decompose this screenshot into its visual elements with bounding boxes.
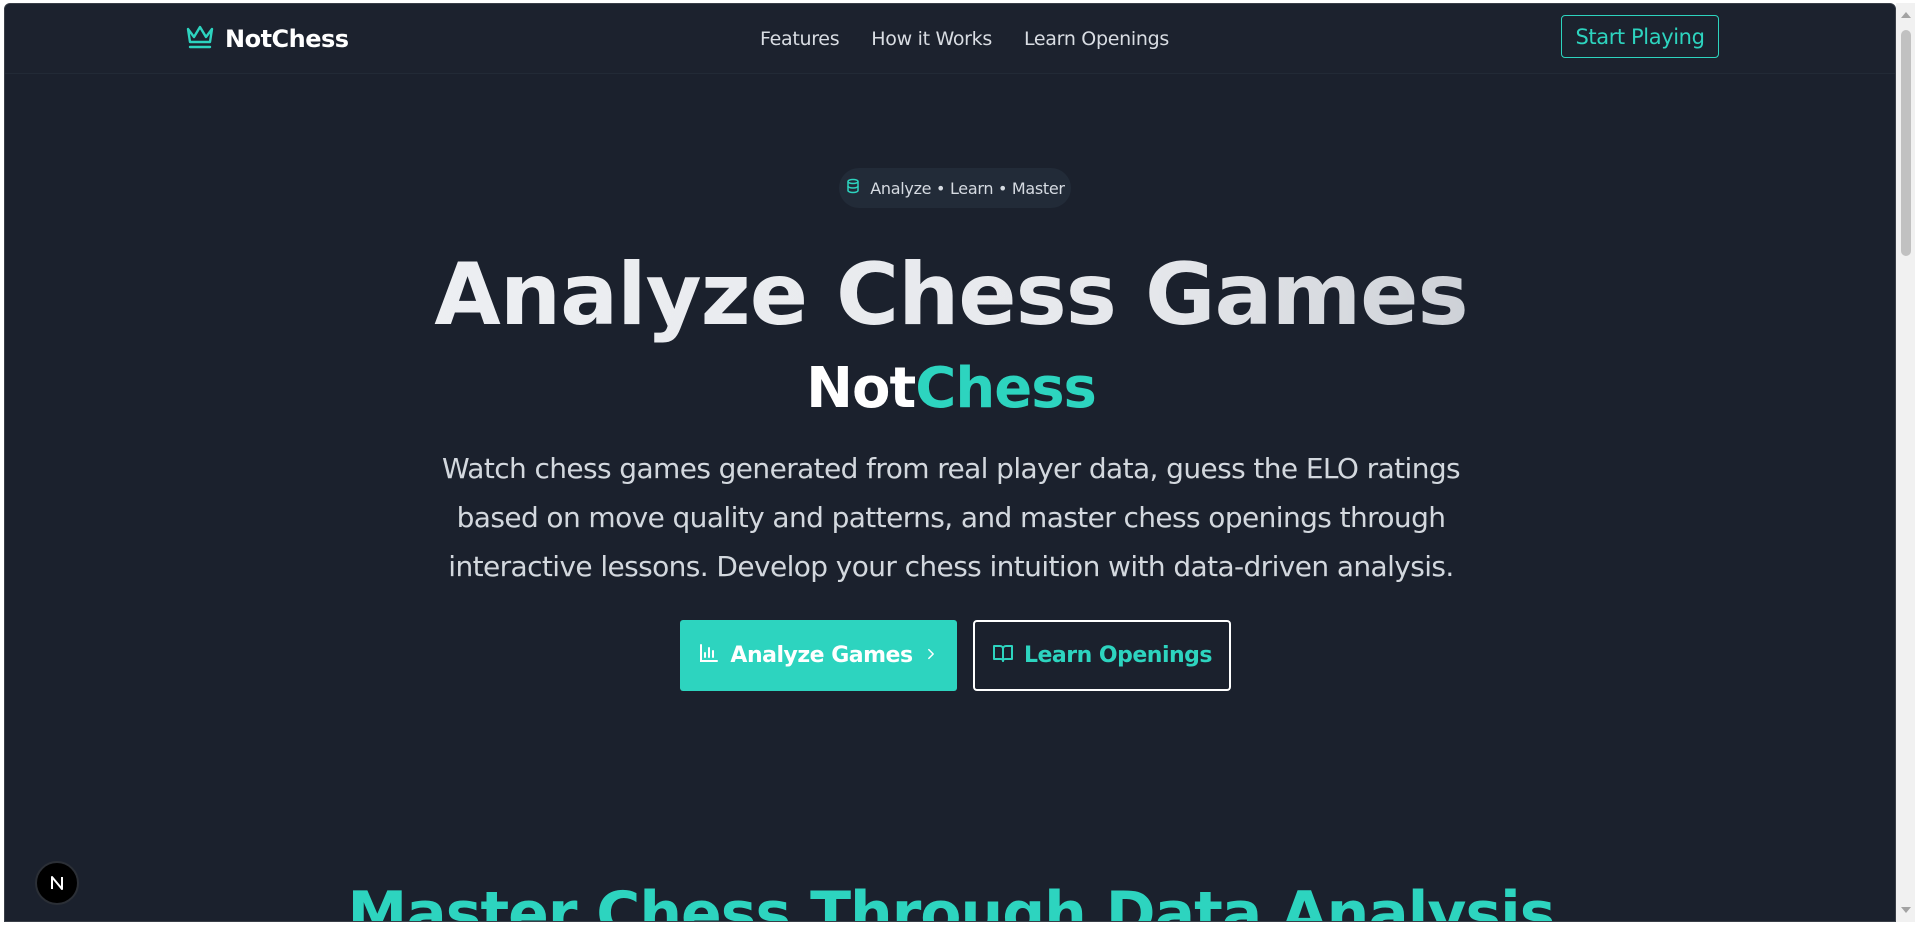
dev-tools-badge[interactable] [35, 861, 79, 905]
brand-name: NotChess [225, 25, 349, 53]
database-icon [845, 178, 861, 198]
n-logo-icon [51, 876, 63, 890]
learn-openings-button[interactable]: Learn Openings [973, 620, 1231, 691]
analyze-games-label: Analyze Games [730, 643, 913, 668]
start-playing-button[interactable]: Start Playing [1561, 15, 1719, 58]
hero-description: Watch chess games generated from real pl… [441, 452, 1461, 583]
hero-title: Analyze Chess Games [5, 240, 1895, 350]
vertical-scrollbar[interactable] [1896, 3, 1915, 922]
hero-brand-not: Not [806, 356, 916, 421]
nav-links: Features How it Works Learn Openings [760, 26, 1169, 52]
learn-openings-label: Learn Openings [1023, 643, 1213, 668]
nav-link-how-it-works[interactable]: How it Works [871, 28, 992, 50]
scrollbar-thumb[interactable] [1901, 30, 1911, 256]
scroll-down-arrow-icon[interactable] [1901, 907, 1911, 913]
analyze-games-button[interactable]: Analyze Games [680, 620, 957, 691]
scroll-up-arrow-icon[interactable] [1901, 12, 1911, 18]
section-title: Master Chess Through Data Analysis [347, 879, 1556, 922]
browser-viewport: NotChess Features How it Works Learn Ope… [4, 3, 1896, 922]
hero-brand-chess: Chess [915, 356, 1097, 421]
chevron-right-icon [923, 643, 939, 668]
tagline-pill: Analyze • Learn • Master [839, 168, 1071, 208]
brand-logo[interactable]: NotChess [185, 24, 349, 54]
book-open-icon [992, 642, 1014, 670]
bar-chart-icon [698, 642, 720, 670]
nav-link-learn-openings[interactable]: Learn Openings [1024, 28, 1169, 50]
tagline-text: Analyze • Learn • Master [870, 178, 1065, 198]
crown-icon [185, 23, 215, 56]
nav-link-features[interactable]: Features [760, 28, 840, 50]
hero-brand: NotChess [5, 354, 1895, 424]
top-navbar: NotChess Features How it Works Learn Ope… [5, 4, 1895, 74]
